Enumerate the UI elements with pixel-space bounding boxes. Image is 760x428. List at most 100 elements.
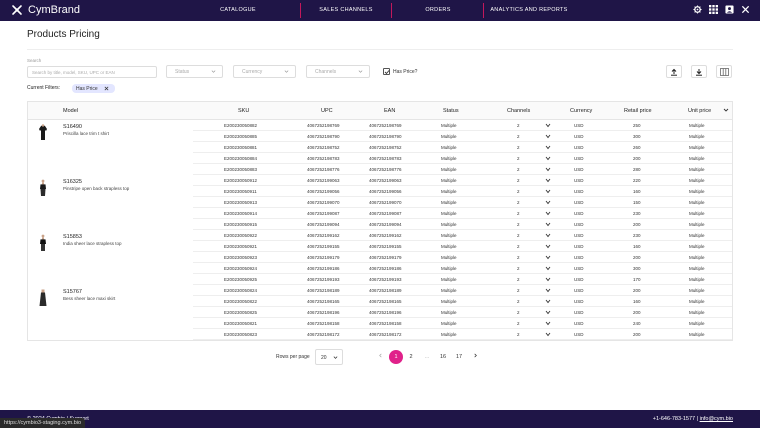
chevron-down-icon[interactable]: [545, 288, 551, 294]
remove-filter-icon[interactable]: [104, 86, 109, 93]
footer: © 2024 Cymbio | Support +1-646-783-1577 …: [0, 410, 760, 428]
table-row[interactable]: E200230050925 4067252199193 4067252199193 M…: [193, 274, 732, 285]
status-cell: Multiple: [441, 199, 457, 205]
columns-button[interactable]: [716, 65, 732, 78]
page-button[interactable]: 16: [436, 350, 450, 364]
page-button[interactable]: 1: [389, 350, 403, 364]
table-row[interactable]: E200230050914 4067252199087 4067252199087 M…: [193, 208, 732, 219]
chevron-down-icon[interactable]: [545, 189, 551, 195]
ean-cell: 4067252199063: [369, 177, 402, 183]
chevron-down-icon[interactable]: [545, 167, 551, 173]
upc-cell: 4067252198776: [307, 166, 340, 172]
table-row[interactable]: E200230050823 4067252198172 4067252198172 M…: [193, 329, 732, 340]
status-cell: Multiple: [441, 276, 457, 282]
column-header-channels[interactable]: Channels: [507, 108, 530, 114]
chevron-down-icon[interactable]: [545, 134, 551, 140]
chevron-down-icon[interactable]: [545, 145, 551, 151]
column-header-retail-price[interactable]: Retail price: [624, 108, 652, 114]
upload-button[interactable]: [666, 65, 682, 78]
chevron-down-icon[interactable]: [545, 266, 551, 272]
table-row[interactable]: E200230050824 4067252198189 4067252198189 M…: [193, 285, 732, 296]
table-row[interactable]: E200230050922 4067252199162 4067252199162 M…: [193, 230, 732, 241]
column-header-currency[interactable]: Currency: [570, 108, 592, 114]
apps-grid-icon[interactable]: [709, 5, 718, 14]
page-button[interactable]: 2: [404, 350, 418, 364]
next-page-button[interactable]: [468, 350, 482, 364]
ean-cell: 4067252199179: [369, 254, 402, 260]
table-row[interactable]: E200230050884 4067252198783 4067252198783 M…: [193, 153, 732, 164]
table-row[interactable]: E200230050882 4067252198769 4067252198769 M…: [193, 120, 732, 131]
footer-email-link[interactable]: info@cym.bio: [700, 416, 733, 422]
product-cell[interactable]: S16490 Priscilla lace trim t shirt: [28, 120, 193, 175]
chevron-down-icon[interactable]: [545, 222, 551, 228]
channels-cell: 2: [517, 309, 520, 315]
product-thumbnail[interactable]: [38, 179, 48, 197]
table-row[interactable]: E200230050915 4067252199094 4067252199094 M…: [193, 219, 732, 230]
chevron-down-icon[interactable]: [545, 244, 551, 250]
unit-cell: Multiple: [689, 177, 705, 183]
chevron-down-icon[interactable]: [723, 107, 729, 115]
prev-page-button[interactable]: [373, 350, 387, 364]
rows-per-page-value: 20: [321, 355, 327, 361]
chevron-down-icon[interactable]: [545, 211, 551, 217]
nav-item-sales-channels[interactable]: SALES CHANNELS: [312, 0, 380, 21]
retail-cell: 150: [633, 199, 641, 205]
table-row[interactable]: E200230050822 4067252198165 4067252198165 M…: [193, 296, 732, 307]
table-row[interactable]: E200230050923 4067252199179 4067252199179 M…: [193, 252, 732, 263]
product-thumbnail[interactable]: [38, 289, 48, 307]
product-thumbnail[interactable]: [38, 234, 48, 252]
product-thumbnail[interactable]: [38, 124, 48, 142]
table-row[interactable]: E200230050821 4067252198158 4067252198158 M…: [193, 318, 732, 329]
has-price-checkbox[interactable]: [383, 68, 390, 75]
ean-cell: 4067252198769: [369, 122, 402, 128]
table-row[interactable]: E200230050881 4067252198752 4067252198752 M…: [193, 142, 732, 153]
table-row[interactable]: E200230050912 4067252199063 4067252199063 M…: [193, 175, 732, 186]
table-row[interactable]: E200230050911 4067252199056 4067252199056 M…: [193, 186, 732, 197]
product-cell[interactable]: S16325 Pinstripe open back strapless top: [28, 175, 193, 230]
nav-item-orders[interactable]: ORDERS: [410, 0, 466, 21]
upc-cell: 4067252198189: [307, 287, 340, 293]
table-row[interactable]: E200230050883 4067252198776 4067252198776 M…: [193, 164, 732, 175]
rows-per-page-select[interactable]: 20: [315, 349, 343, 365]
status-dropdown[interactable]: Status: [166, 65, 223, 78]
download-button[interactable]: [691, 65, 707, 78]
chevron-down-icon[interactable]: [545, 321, 551, 327]
gear-icon[interactable]: [693, 5, 702, 14]
column-header-ean[interactable]: EAN: [384, 108, 395, 114]
table-row[interactable]: E200230050921 4067252199155 4067252199155 M…: [193, 241, 732, 252]
page-button[interactable]: 17: [452, 350, 466, 364]
channels-dropdown[interactable]: Channels: [306, 65, 370, 78]
column-header-sku[interactable]: SKU: [238, 108, 249, 114]
unit-cell: Multiple: [689, 309, 705, 315]
currency-dropdown[interactable]: Currency: [233, 65, 296, 78]
sku-cell: E200230050882: [224, 122, 258, 128]
column-header-status[interactable]: Status: [443, 108, 459, 114]
channels-cell: 2: [517, 144, 520, 150]
chevron-down-icon[interactable]: [545, 277, 551, 283]
product-model: S15853: [63, 234, 82, 240]
column-header-unit-price[interactable]: Unit price: [688, 108, 711, 114]
search-input[interactable]: Search by title, model, SKU, UPC or EAN: [27, 66, 157, 78]
chevron-down-icon[interactable]: [545, 310, 551, 316]
chevron-down-icon[interactable]: [545, 123, 551, 129]
nav-item-catalogue[interactable]: CATALOGUE: [210, 0, 266, 21]
brand[interactable]: CymBrand: [10, 3, 80, 17]
table-row[interactable]: E200230050913 4067252199070 4067252199070 M…: [193, 197, 732, 208]
product-cell[interactable]: S15767 Bess sheer lace maxi skirt: [28, 285, 193, 340]
chevron-down-icon[interactable]: [545, 200, 551, 206]
chevron-down-icon[interactable]: [545, 332, 551, 338]
product-cell[interactable]: S15853 India sheer lace strapless top: [28, 230, 193, 285]
chevron-down-icon[interactable]: [545, 178, 551, 184]
chevron-down-icon[interactable]: [545, 255, 551, 261]
close-icon[interactable]: [741, 5, 750, 14]
chevron-down-icon[interactable]: [545, 233, 551, 239]
chevron-down-icon[interactable]: [545, 299, 551, 305]
nav-item-analytics[interactable]: ANALYTICS AND REPORTS: [488, 0, 570, 21]
table-row[interactable]: E200230050825 4067252198196 4067252198196 M…: [193, 307, 732, 318]
chevron-down-icon[interactable]: [545, 156, 551, 162]
column-header-upc[interactable]: UPC: [321, 108, 333, 114]
column-header-model[interactable]: Model: [63, 108, 78, 114]
user-box-icon[interactable]: [725, 5, 734, 14]
table-row[interactable]: E200230050924 4067252199186 4067252199186 M…: [193, 263, 732, 274]
table-row[interactable]: E200230050885 4067252198790 4067252198790 M…: [193, 131, 732, 142]
